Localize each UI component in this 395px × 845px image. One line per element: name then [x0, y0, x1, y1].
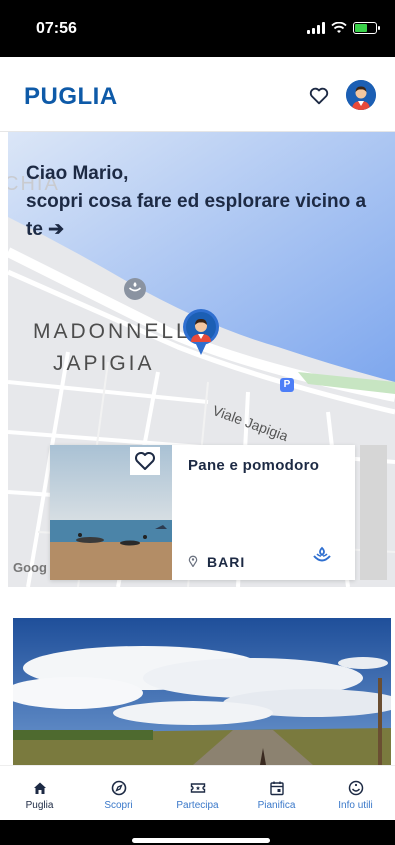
user-location-pin-icon[interactable]	[182, 308, 220, 356]
card-favorite-heart-icon[interactable]	[130, 447, 160, 475]
user-avatar[interactable]	[346, 80, 376, 110]
nav-item-pianifica[interactable]: Pianifica	[237, 766, 316, 820]
map-attribution: Goog	[13, 560, 47, 575]
signal-icon	[307, 22, 325, 34]
nav-item-partecipa[interactable]: Partecipa	[158, 766, 237, 820]
favorites-heart-icon[interactable]	[308, 85, 330, 107]
greeting-text[interactable]: Ciao Mario, scopri cosa fare ed esplorar…	[26, 160, 386, 244]
compass-icon	[111, 780, 126, 796]
status-time: 07:56	[36, 20, 77, 37]
food-category-icon	[313, 546, 331, 562]
home-icon	[33, 782, 46, 794]
calendar-icon	[269, 781, 284, 796]
wifi-icon	[331, 22, 347, 33]
nav-label: Pianifica	[257, 800, 296, 811]
card-title[interactable]: Pane e pomodoro	[188, 457, 319, 474]
parking-icon: P	[280, 378, 294, 392]
nav-item-info-utili[interactable]: Info utili	[316, 766, 395, 820]
map-area-label: JAPIGIA	[53, 352, 155, 375]
map-poi-food-icon[interactable]	[122, 277, 148, 303]
nav-label: Scopri	[104, 800, 133, 811]
experience-card[interactable]: Pane e pomodoro BARI	[50, 445, 355, 580]
status-bar: 07:56	[0, 0, 395, 57]
nav-label: Puglia	[25, 800, 54, 811]
nav-item-puglia[interactable]: Puglia	[0, 766, 79, 820]
battery-icon	[353, 22, 380, 34]
banner-landscape-image[interactable]	[13, 618, 391, 765]
status-icons	[307, 22, 380, 34]
app-header: PUGLIA	[0, 57, 395, 132]
info-icon	[348, 780, 363, 796]
nav-label: Info utili	[338, 800, 373, 811]
bottom-navigation: Puglia Scopri Partecipa Pianifica Info u…	[0, 765, 395, 820]
ticket-icon	[190, 783, 205, 793]
nav-label: Partecipa	[176, 800, 219, 811]
home-indicator[interactable]	[132, 838, 270, 843]
brand-logo[interactable]: PUGLIA	[24, 83, 118, 111]
next-card-peek[interactable]	[360, 445, 387, 580]
card-location: BARI	[207, 554, 246, 570]
location-pin-icon	[188, 555, 198, 567]
nav-item-scopri[interactable]: Scopri	[79, 766, 158, 820]
